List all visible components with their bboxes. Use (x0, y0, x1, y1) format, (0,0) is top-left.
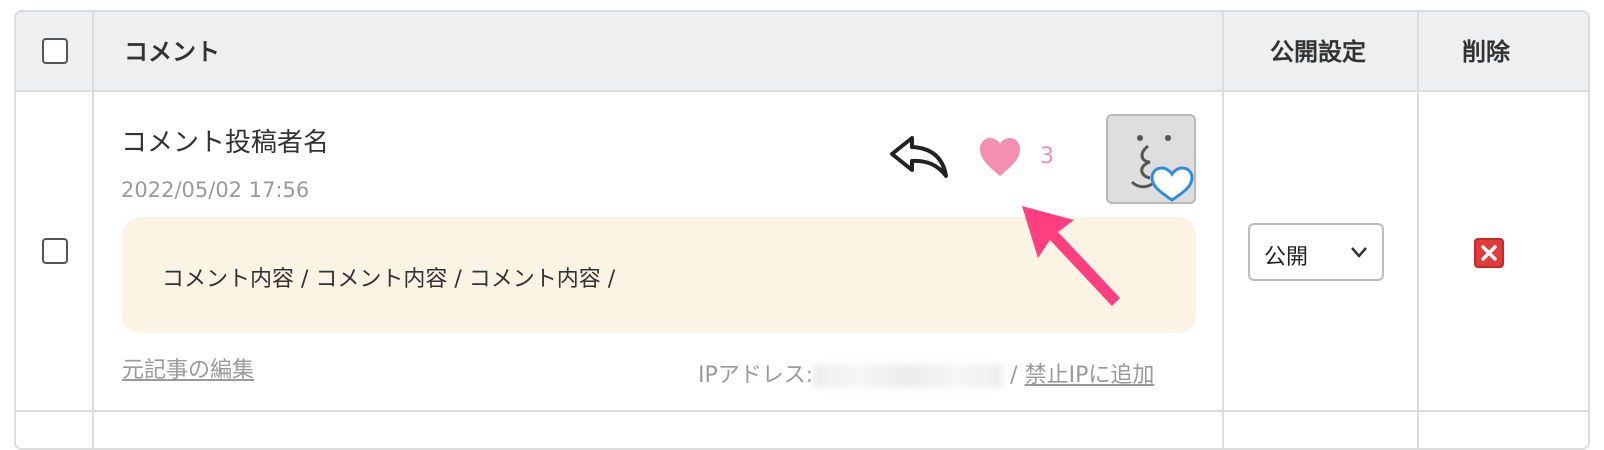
ip-address-blurred (813, 364, 1004, 388)
ban-ip-link[interactable]: 禁止IPに追加 (1025, 363, 1155, 388)
annotation-arrow-icon (1022, 206, 1120, 306)
heart-icon[interactable] (978, 136, 1022, 178)
visibility-select-value: 公開 (1264, 245, 1309, 270)
reply-icon[interactable] (888, 134, 950, 180)
avatar-face-icon (1130, 135, 1194, 202)
avatar (1106, 114, 1196, 204)
comment-date: 2022/05/02 17:56 (121, 178, 310, 202)
ip-label: IPアドレス: (698, 363, 814, 388)
comment-row: コメント投稿者名 2022/05/02 17:56 3 コメント内容 / コメン… (16, 94, 1588, 412)
delete-button[interactable] (1474, 238, 1504, 268)
chevron-down-icon (1351, 247, 1367, 258)
comments-table: コメント 公開設定 削除 コメント投稿者名 2022/05/02 17:56 3 (14, 10, 1590, 450)
ip-separator: / (1010, 363, 1025, 388)
ip-address-line: IPアドレス: / 禁止IPに追加 (698, 357, 1154, 389)
edit-article-link[interactable]: 元記事の編集 (122, 352, 254, 384)
comment-column-header: コメント (124, 38, 220, 66)
visibility-column-header: 公開設定 (1270, 38, 1366, 66)
visibility-select[interactable]: 公開 (1248, 223, 1384, 281)
like-count: 3 (1040, 144, 1054, 169)
row-checkbox[interactable] (42, 238, 68, 264)
delete-column-header: 削除 (1462, 38, 1510, 66)
table-header: コメント 公開設定 削除 (16, 12, 1588, 92)
delete-icon (1481, 245, 1497, 261)
select-all-checkbox[interactable] (42, 38, 68, 64)
comment-content: コメント内容 / コメント内容 / コメント内容 / (162, 267, 616, 292)
comment-author: コメント投稿者名 (121, 128, 330, 158)
